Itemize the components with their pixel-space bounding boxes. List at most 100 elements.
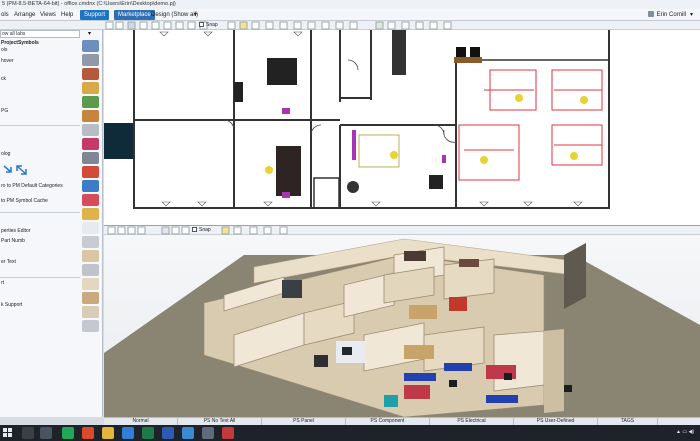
section-3d-icon <box>249 226 258 235</box>
door-icon <box>335 21 344 30</box>
office-chair <box>564 385 572 392</box>
user-account[interactable]: Erin Cornill <box>647 10 686 20</box>
properties-editor-item[interactable]: perties Editor <box>1 228 30 234</box>
search-icon[interactable] <box>22 427 34 439</box>
symbol-filter-select[interactable]: ow all labs <box>0 30 80 38</box>
sofa-symbol-icon[interactable] <box>82 194 99 206</box>
app-icon-2[interactable] <box>202 427 214 439</box>
menu-views[interactable]: Views <box>40 10 56 20</box>
menu-help[interactable]: Help <box>61 10 73 20</box>
system-tray[interactable]: ▲ ▭ ◀) <box>676 429 694 435</box>
menu-expand-icon[interactable]: ▾ <box>690 10 693 20</box>
marketplace-button[interactable]: Marketplace <box>114 10 155 20</box>
cabinet <box>404 251 426 261</box>
table-symbol-icon[interactable] <box>82 250 99 262</box>
dark-room-floor <box>282 280 302 298</box>
shelf-symbol-icon[interactable] <box>82 222 99 234</box>
lamp-symbol-icon[interactable] <box>82 82 99 94</box>
3d-model-render[interactable] <box>104 235 700 417</box>
whatsapp-icon[interactable] <box>62 427 74 439</box>
sidebar-item-tools[interactable]: ols <box>1 47 7 53</box>
file-explorer-icon[interactable] <box>102 427 114 439</box>
undo-3d-icon <box>107 226 116 235</box>
stool-symbol-icon[interactable] <box>82 236 99 248</box>
fixture-symbol-icon[interactable] <box>82 152 99 164</box>
snap-checkbox[interactable] <box>199 22 204 27</box>
browser-icon[interactable] <box>122 427 134 439</box>
app-icon-3[interactable] <box>222 427 234 439</box>
chair-symbol-icon[interactable] <box>82 166 99 178</box>
settings-icon <box>429 21 438 30</box>
redo-3d-icon <box>117 226 126 235</box>
tab-ps-component[interactable]: PS Component <box>346 418 430 425</box>
tab-normal[interactable]: Normal <box>104 418 178 425</box>
bench-symbol-icon[interactable] <box>82 278 99 290</box>
globe-symbol-icon[interactable] <box>82 180 99 192</box>
pencil-symbol-icon[interactable] <box>82 208 99 220</box>
misc-symbol-icon[interactable] <box>82 320 99 332</box>
tab-tags[interactable]: TAGS <box>598 418 658 425</box>
tab-ps-panel[interactable]: PS Panel <box>262 418 346 425</box>
app-icon[interactable] <box>182 427 194 439</box>
frame-symbol-icon[interactable] <box>82 306 99 318</box>
project-symbols-header[interactable]: ProjectSymbols <box>1 40 39 46</box>
ceiling-symbol-icon[interactable] <box>82 54 99 66</box>
snap-label: Snap <box>206 22 218 28</box>
zoom-3d-icon <box>127 226 136 235</box>
chevron-down-icon[interactable]: ▾ <box>194 10 197 20</box>
report-item[interactable]: rt <box>1 280 4 286</box>
task-view-icon[interactable] <box>40 427 52 439</box>
user-name: Erin Cornill <box>656 12 686 18</box>
link-3d-icon <box>263 226 272 235</box>
support-button[interactable]: Support <box>80 10 110 20</box>
monitor <box>314 355 328 367</box>
add-to-symbol-cache[interactable]: to PM Symbol Cache <box>1 198 48 204</box>
3d-view[interactable] <box>104 235 700 417</box>
desk-wood <box>404 345 434 359</box>
windows-start-icon[interactable] <box>3 428 13 438</box>
tech-support-item[interactable]: k Support <box>1 302 22 308</box>
floor-plan-drawing[interactable] <box>104 30 700 226</box>
sidebar-item-catalog[interactable]: olog <box>1 151 10 157</box>
tab-ps-no-text-all[interactable]: PS No Text All <box>178 418 262 425</box>
sidebar-item-hover[interactable]: hover <box>1 58 14 64</box>
desk-symbol-icon[interactable] <box>82 264 99 276</box>
sidebar-item-ck[interactable]: ck <box>1 76 6 82</box>
office-icon[interactable] <box>82 427 94 439</box>
transfer-arrows-icon[interactable] <box>2 163 32 177</box>
floor-plan-view[interactable] <box>104 30 700 226</box>
main-toolbar <box>0 21 700 30</box>
black-chair <box>342 347 352 355</box>
filter-dropdown-icon[interactable]: ▾ <box>88 30 91 37</box>
fit-icon <box>175 21 184 30</box>
snap-checkbox-3d[interactable] <box>192 227 197 232</box>
panel-symbol-icon[interactable] <box>82 124 99 136</box>
pan-icon <box>139 21 148 30</box>
menu-arrange[interactable]: Arrange <box>14 10 35 20</box>
tab-ps-electrical[interactable]: PS Electrical <box>430 418 514 425</box>
snap-toggle-3d[interactable]: Snap <box>192 227 211 234</box>
cabinet-symbol-icon[interactable] <box>82 110 99 122</box>
furniture-symbol-icon[interactable] <box>82 68 99 80</box>
ruler-icon <box>227 21 236 30</box>
add-to-default-categories[interactable]: ro to PM Default Categories <box>1 183 63 189</box>
tab-ps-user-defined[interactable]: PS User-Defined <box>514 418 598 425</box>
spring-symbol-icon[interactable] <box>82 138 99 150</box>
plant-symbol <box>347 181 359 193</box>
door-symbol-icon[interactable] <box>82 292 99 304</box>
design-mode-select[interactable]: Design (Show all) <box>151 10 198 20</box>
part-number-item[interactable]: Part Numb <box>1 238 25 244</box>
user-text-item[interactable]: er Text <box>1 259 16 265</box>
wall-symbol-icon[interactable] <box>82 40 99 52</box>
dimension-icon <box>265 21 274 30</box>
excel-icon[interactable] <box>142 427 154 439</box>
sidebar-item-pg[interactable]: PG <box>1 108 8 114</box>
office-chair <box>449 380 457 387</box>
word-icon[interactable] <box>162 427 174 439</box>
plant-symbol-icon[interactable] <box>82 96 99 108</box>
tools-icon <box>443 21 452 30</box>
snap-toggle[interactable]: Snap <box>199 22 218 29</box>
menu-tools[interactable]: ols <box>1 10 9 20</box>
purple-fixtures <box>282 108 446 198</box>
shade-3d-icon <box>233 226 242 235</box>
